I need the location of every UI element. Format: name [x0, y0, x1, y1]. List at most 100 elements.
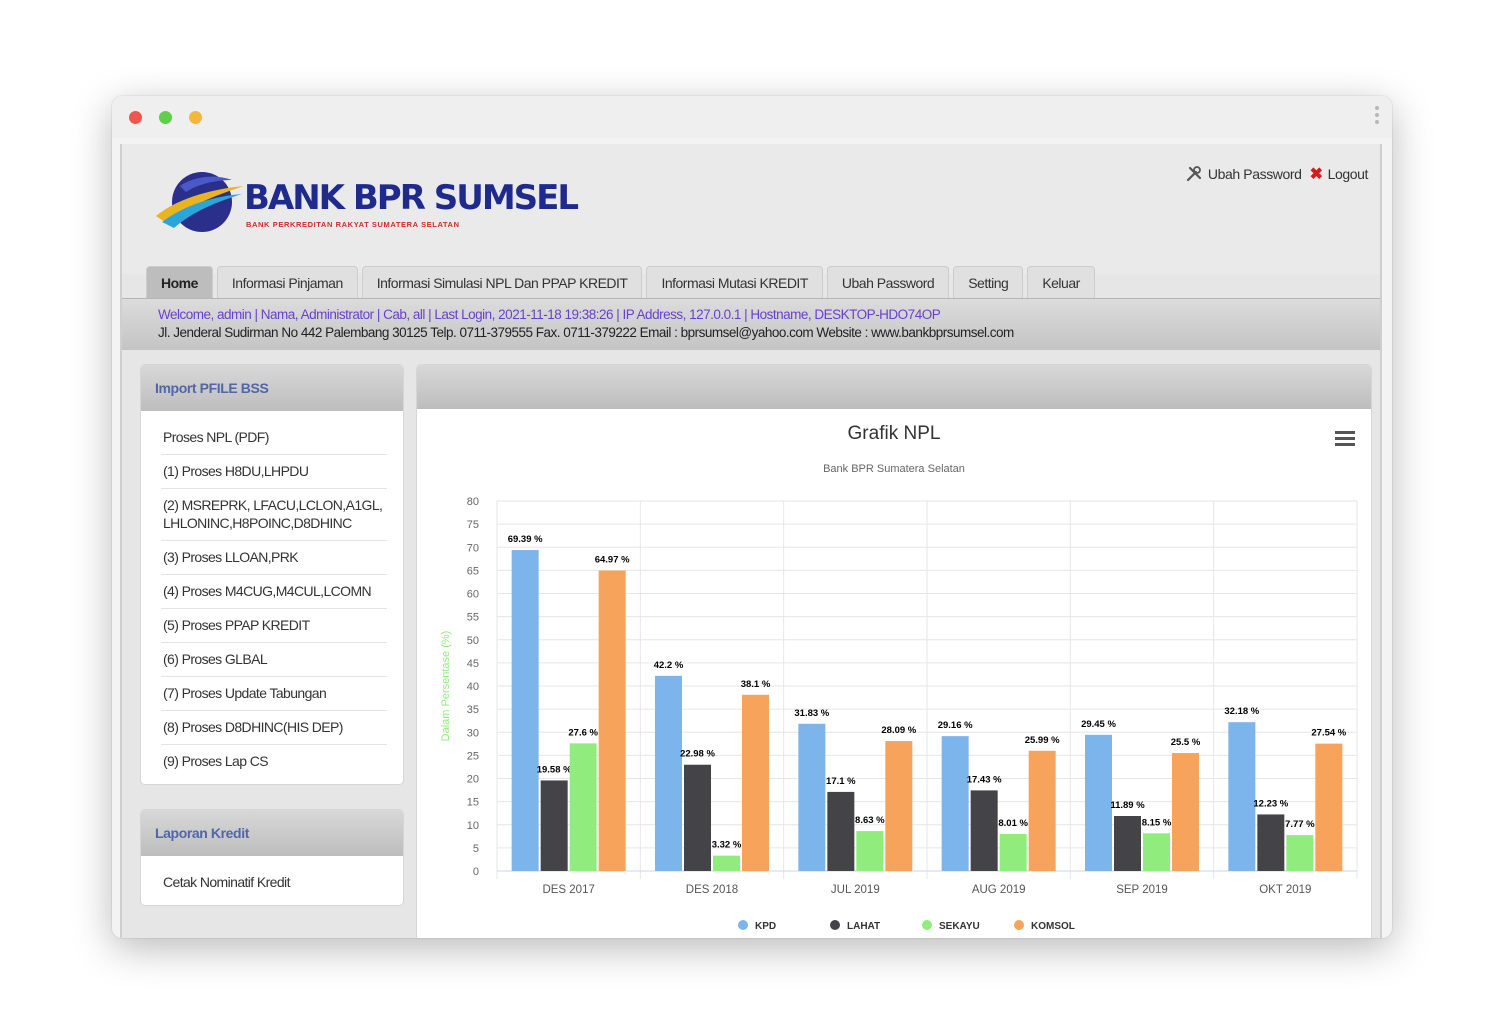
- y-tick-label: 5: [473, 843, 479, 855]
- tab-informasi-pinjaman[interactable]: Informasi Pinjaman: [216, 266, 358, 298]
- data-label: 29.45 %: [1081, 719, 1116, 730]
- legend-label: LAHAT: [847, 921, 880, 932]
- menu-item-proses-5[interactable]: (5) Proses PPAP KREDIT: [161, 609, 387, 643]
- tab-informasi-mutasi-kredit[interactable]: Informasi Mutasi KREDIT: [646, 266, 823, 298]
- bar-komsol: [885, 741, 913, 871]
- bar-kpd: [1085, 734, 1112, 871]
- browser-window: BANK BPR SUMSEL BANK PERKREDITAN RAKYAT …: [112, 96, 1392, 938]
- bar-lahat: [827, 791, 855, 871]
- tab-ubah-password[interactable]: Ubah Password: [826, 266, 950, 298]
- menu-item-proses-8[interactable]: (8) Proses D8DHINC(HIS DEP): [161, 711, 387, 745]
- bar-komsol: [1172, 753, 1199, 871]
- bar-kpd: [941, 736, 969, 871]
- menu-item-cetak-nominatif[interactable]: Cetak Nominatif Kredit: [161, 866, 387, 899]
- bar-sekayu: [569, 743, 597, 871]
- bar-lahat: [1257, 814, 1285, 871]
- data-label: 17.1 %: [826, 776, 856, 787]
- bar-kpd: [511, 550, 539, 871]
- legend-marker-kpd: [738, 920, 748, 930]
- y-tick-label: 45: [467, 658, 479, 670]
- legend-label: KOMSOL: [1031, 921, 1075, 932]
- data-label: 11.89 %: [1110, 800, 1145, 811]
- bar-sekayu: [1286, 835, 1314, 871]
- window-titlebar: [112, 96, 1392, 138]
- more-options-icon[interactable]: [1374, 106, 1380, 130]
- tools-icon: [1186, 166, 1202, 182]
- page-viewport: BANK BPR SUMSEL BANK PERKREDITAN RAKYAT …: [120, 144, 1382, 938]
- zoom-window-button[interactable]: [159, 111, 172, 124]
- bar-lahat: [540, 780, 568, 871]
- laporan-kredit-panel: Laporan Kredit Cetak Nominatif Kredit: [140, 809, 404, 906]
- bar-lahat: [684, 764, 711, 871]
- data-label: 17.43 %: [967, 774, 1002, 785]
- close-window-button[interactable]: [129, 111, 142, 124]
- y-tick-label: 60: [467, 589, 479, 601]
- x-tick-label: DES 2018: [686, 884, 738, 896]
- bar-lahat: [1114, 816, 1141, 871]
- globe-logo-icon: [156, 172, 244, 232]
- data-label: 42.2 %: [654, 660, 684, 671]
- data-label: 8.63 %: [855, 815, 885, 826]
- y-tick-label: 50: [467, 635, 479, 647]
- tab-keluar[interactable]: Keluar: [1027, 266, 1095, 298]
- x-tick-label: DES 2017: [542, 884, 594, 896]
- npl-bar-chart: 0 5 10 15 20 25 30 35 40 45 50 55 60 65 70 75 80 Dalam Pe…: [440, 496, 1358, 932]
- y-tick-label: 10: [467, 820, 479, 832]
- bar-komsol: [742, 694, 769, 871]
- logout-link[interactable]: ✖ Logout: [1309, 164, 1369, 184]
- menu-item-proses-2[interactable]: (2) MSREPRK, LFACU,LCLON,A1GL, LHLONINC,…: [161, 489, 387, 541]
- bar-komsol: [598, 570, 626, 871]
- x-tick-label: JUL 2019: [831, 884, 880, 896]
- x-tick-label: SEP 2019: [1116, 884, 1168, 896]
- change-password-label: Ubah Password: [1207, 166, 1302, 182]
- data-label: 27.6 %: [568, 727, 598, 738]
- data-label: 27.54 %: [1311, 728, 1346, 739]
- y-tick-label: 30: [467, 727, 479, 739]
- bank-logo[interactable]: BANK BPR SUMSEL BANK PERKREDITAN RAKYAT …: [150, 166, 579, 236]
- main-nav: Home Informasi Pinjaman Informasi Simula…: [146, 266, 1095, 298]
- data-label: 3.32 %: [712, 840, 742, 851]
- bar-komsol: [1028, 750, 1056, 871]
- bar-sekayu: [999, 833, 1027, 871]
- bar-lahat: [970, 790, 998, 871]
- close-icon: ✖: [1309, 166, 1323, 183]
- data-label: 8.01 %: [998, 818, 1028, 829]
- address-text: Jl. Jenderal Sudirman No 442 Palembang 3…: [158, 325, 1014, 340]
- y-tick-label: 15: [467, 797, 479, 809]
- tab-informasi-simulasi-npl[interactable]: Informasi Simulasi NPL Dan PPAP KREDIT: [361, 266, 643, 298]
- data-label: 25.99 %: [1025, 735, 1060, 746]
- data-label: 38.1 %: [741, 679, 771, 690]
- data-label: 64.97 %: [595, 555, 630, 566]
- y-tick-label: 55: [467, 612, 479, 624]
- y-tick-label: 25: [467, 750, 479, 762]
- data-label: 8.15 %: [1142, 817, 1172, 828]
- tab-home[interactable]: Home: [146, 266, 213, 298]
- y-tick-label: 65: [467, 565, 479, 577]
- menu-item-proses-9[interactable]: (9) Proses Lap CS: [161, 745, 387, 778]
- data-label: 28.09 %: [881, 725, 916, 736]
- tab-setting[interactable]: Setting: [953, 266, 1024, 298]
- logout-label: Logout: [1327, 166, 1369, 182]
- header-links: Ubah Password ✖ Logout: [1185, 164, 1368, 184]
- bar-sekayu: [856, 831, 884, 871]
- import-menu: Proses NPL (PDF) (1) Proses H8DU,LHPDU (…: [141, 411, 403, 784]
- import-panel: Import PFILE BSS Proses NPL (PDF) (1) Pr…: [140, 364, 404, 785]
- menu-item-proses-1[interactable]: (1) Proses H8DU,LHPDU: [161, 455, 387, 489]
- y-tick-label: 20: [467, 774, 479, 786]
- x-tick-label: AUG 2019: [972, 884, 1026, 896]
- menu-item-proses-npl-pdf[interactable]: Proses NPL (PDF): [161, 421, 387, 455]
- change-password-link[interactable]: Ubah Password: [1185, 165, 1302, 183]
- menu-item-proses-4[interactable]: (4) Proses M4CUG,M4CUL,LCOMN: [161, 575, 387, 609]
- y-tick-label: 75: [467, 519, 479, 531]
- minimize-window-button[interactable]: [189, 111, 202, 124]
- data-label: 31.83 %: [794, 708, 829, 719]
- y-tick-label: 40: [467, 681, 479, 693]
- brand-tagline: BANK PERKREDITAN RAKYAT SUMATERA SELATAN: [246, 220, 460, 229]
- menu-item-proses-3[interactable]: (3) Proses LLOAN,PRK: [161, 541, 387, 575]
- bar-sekayu: [1143, 833, 1170, 871]
- info-bar: Welcome, admin | Nama, Administrator | C…: [122, 298, 1380, 350]
- menu-item-proses-7[interactable]: (7) Proses Update Tabungan: [161, 677, 387, 711]
- data-label: 7.77 %: [1285, 819, 1315, 830]
- menu-item-proses-6[interactable]: (6) Proses GLBAL: [161, 643, 387, 677]
- bar-sekayu: [713, 855, 740, 871]
